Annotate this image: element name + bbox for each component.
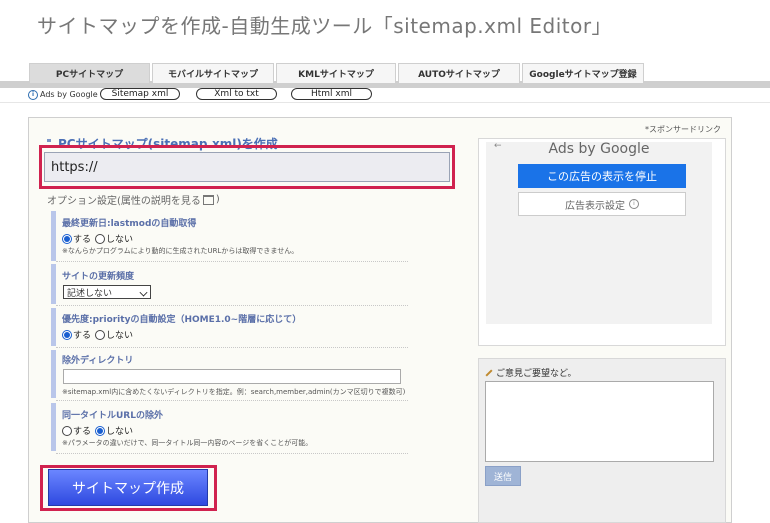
divider (0, 102, 770, 103)
lastmod-no-radio[interactable] (95, 233, 106, 244)
option-priority-radios: する しない (62, 328, 133, 341)
option-priority-label: 優先度:priorityの自動設定（HOME1.0~階層に応じて） (62, 315, 302, 325)
ad-link-xml-to-txt[interactable]: Xml to txt (196, 88, 277, 100)
option-settings-heading[interactable]: オプション設定(属性の説明を見る ) (47, 192, 220, 207)
back-arrow-icon[interactable]: ← (494, 141, 502, 151)
option-marker (51, 308, 56, 346)
ads-by-google-heading: Ads by Google (548, 141, 650, 157)
tab-mobile-sitemap[interactable]: モバイルサイトマップ (152, 63, 274, 83)
tab-pc-sitemap[interactable]: PCサイトマップ (29, 63, 150, 83)
option-separator (56, 261, 408, 262)
priority-no-radio[interactable] (95, 329, 106, 340)
page-title: サイトマップを作成-自動生成ツール「sitemap.xml Editor」 (37, 14, 613, 38)
send-button[interactable]: 送信 (485, 466, 521, 486)
option-duplicate-label: 同一タイトルURLの除外 (62, 411, 163, 421)
priority-yes-radio[interactable] (62, 329, 72, 340)
option-lastmod-label: 最終更新日:lastmodの自動取得 (62, 219, 197, 229)
new-window-icon (202, 194, 214, 205)
chevron-down-icon (139, 288, 148, 297)
url-input[interactable] (44, 152, 450, 182)
option-separator (56, 400, 408, 401)
info-icon: i (629, 199, 639, 209)
pencil-icon (485, 368, 493, 377)
feedback-textarea[interactable] (485, 381, 714, 462)
option-lastmod-radios: する しない (62, 232, 133, 245)
changefreq-select[interactable]: 記述しない (63, 285, 151, 299)
tab-auto-sitemap[interactable]: AUTOサイトマップ (398, 63, 520, 83)
ad-link-html-xml[interactable]: Html xml (291, 88, 372, 100)
option-duplicate-note: ※パラメータの違いだけで、同一タイトル同一内容のページを省くことが可能。 (62, 439, 313, 447)
option-changefreq-label: サイトの更新頻度 (62, 272, 135, 282)
sponsored-link-label: *スポンサードリンク (645, 125, 721, 134)
option-separator (56, 305, 408, 306)
ad-settings-button[interactable]: 広告表示設定 i (518, 192, 686, 216)
duplicate-no-radio[interactable] (95, 425, 106, 436)
exclude-directory-input[interactable] (63, 369, 401, 384)
option-separator (56, 453, 408, 454)
info-icon: i (28, 89, 38, 100)
option-exclude-note: ※sitemap.xml内に含めたくないディレクトリを指定。例：search,m… (62, 388, 406, 396)
create-sitemap-button[interactable]: サイトマップ作成 (48, 469, 208, 506)
feedback-title: ご意見ご要望など。 (485, 366, 577, 379)
option-lastmod-note: ※なんらかプログラムにより動的に生成されたURLからは取得できません。 (62, 247, 299, 255)
duplicate-yes-radio[interactable] (62, 425, 72, 436)
option-marker (51, 264, 56, 304)
tab-kml-sitemap[interactable]: KMLサイトマップ (276, 63, 396, 83)
tab-google-sitemap-register[interactable]: Googleサイトマップ登録 (522, 63, 644, 83)
option-marker (51, 211, 56, 261)
option-marker (51, 403, 56, 451)
option-duplicate-radios: する しない (62, 424, 133, 437)
lastmod-yes-radio[interactable] (62, 233, 72, 244)
option-marker (51, 350, 56, 398)
stop-ad-button[interactable]: この広告の表示を停止 (518, 164, 686, 188)
option-separator (56, 347, 408, 348)
ad-link-sitemap-xml[interactable]: Sitemap xml (100, 88, 180, 100)
option-exclude-label: 除外ディレクトリ (62, 356, 134, 366)
ads-by-google-label[interactable]: i Ads by Google (28, 88, 98, 101)
